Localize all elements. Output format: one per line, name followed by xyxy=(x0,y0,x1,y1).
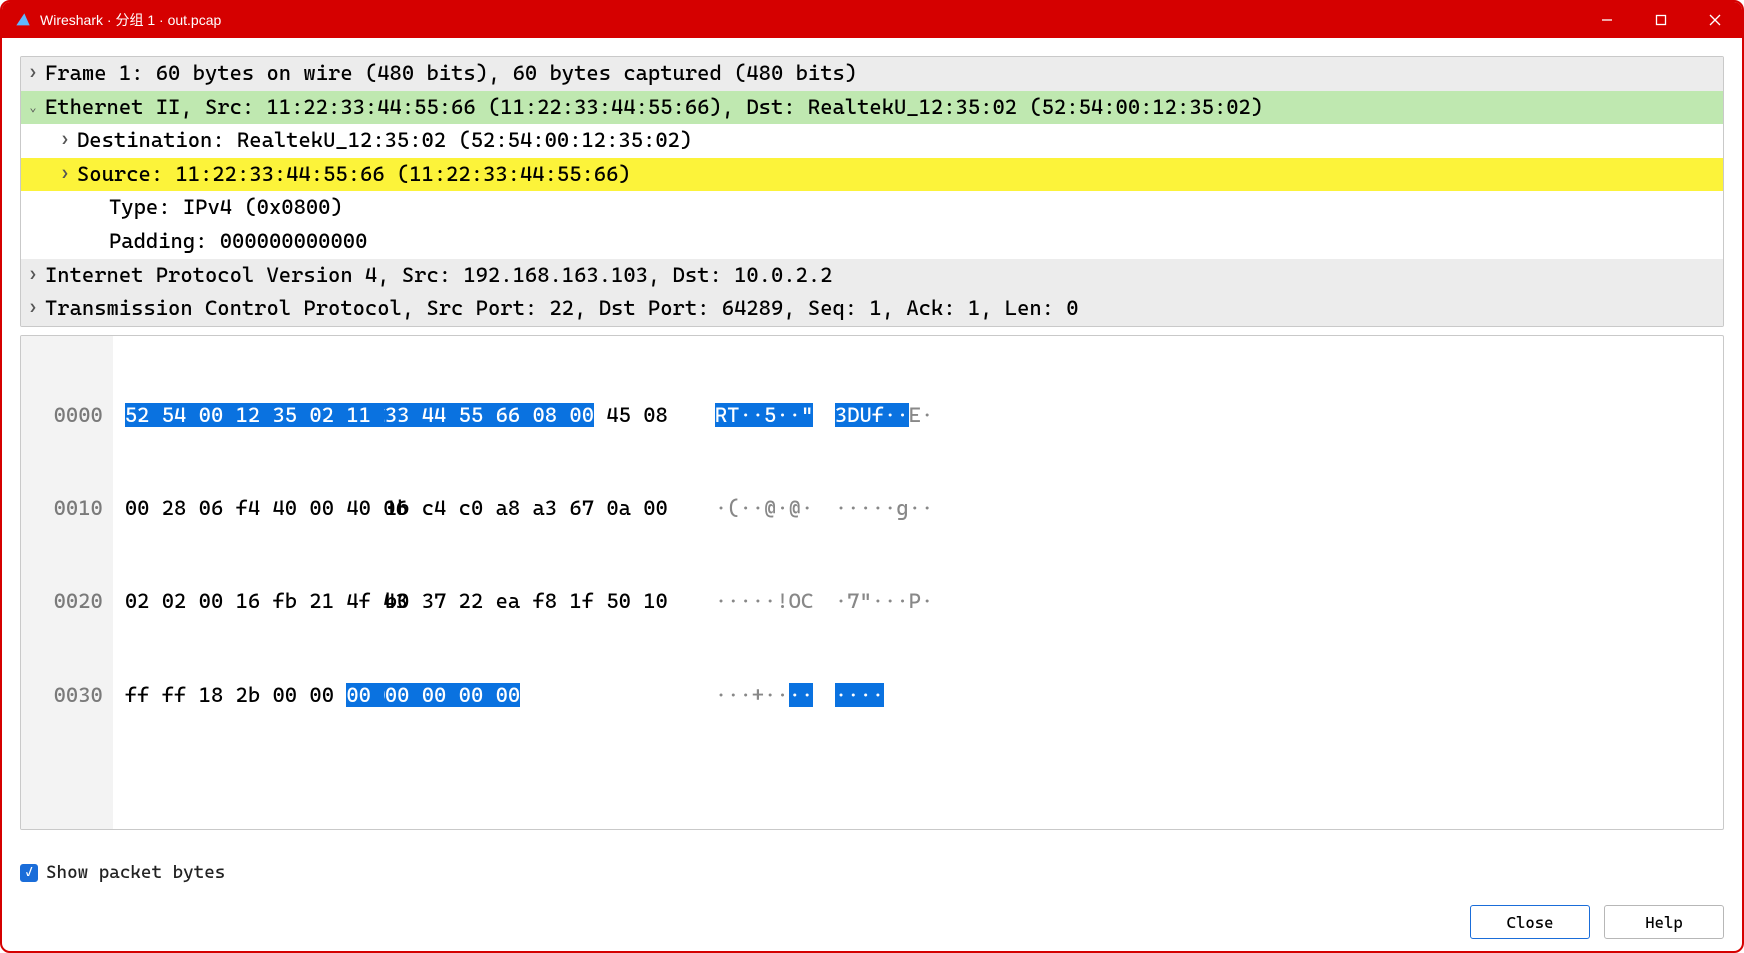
ascii-bytes: ·····g·· xyxy=(835,493,955,524)
tree-row-source[interactable]: ❯ Source: 11:22:33:44:55:66 (11:22:33:44… xyxy=(21,158,1723,192)
tree-label: Destination: RealtekU_12:35:02 (52:54:00… xyxy=(77,124,1715,158)
hex-bytes-selected: 52 54 00 12 35 02 11 22 xyxy=(125,403,408,427)
hex-bytes: b0 37 22 ea f8 1f 50 10 xyxy=(385,586,645,617)
tree-label: Ethernet II, Src: 11:22:33:44:55:66 (11:… xyxy=(45,91,1715,125)
show-packet-bytes-checkbox[interactable]: ✓ Show packet bytes xyxy=(20,862,1724,883)
hex-body[interactable]: 52 54 00 12 35 02 11 22 33 44 55 66 08 0… xyxy=(113,336,955,829)
hex-view[interactable]: 0000 0010 0020 0030 52 54 00 12 35 02 11… xyxy=(20,335,1724,830)
tree-label: Padding: 000000000000 xyxy=(77,225,1715,259)
hex-row[interactable]: 02 02 00 16 fb 21 4f 43 b0 37 22 ea f8 1… xyxy=(125,586,955,617)
ascii-selected: ·· xyxy=(789,683,814,707)
hex-bytes: 1b c4 c0 a8 a3 67 0a 00 xyxy=(385,493,645,524)
packet-details-tree[interactable]: ❯ Frame 1: 60 bytes on wire (480 bits), … xyxy=(20,56,1724,327)
minimize-button[interactable] xyxy=(1580,2,1634,38)
expand-icon[interactable]: ❯ xyxy=(21,299,45,318)
ascii-selected: 3DUf·· xyxy=(835,403,909,427)
tree-row-ethernet[interactable]: ⌄ Ethernet II, Src: 11:22:33:44:55:66 (1… xyxy=(21,91,1723,125)
expand-icon[interactable]: ❯ xyxy=(21,266,45,285)
titlebar[interactable]: Wireshark · 分组 1 · out.pcap xyxy=(2,2,1742,38)
hex-bytes-selected: 00 00 00 00 xyxy=(385,683,520,707)
tree-row-frame[interactable]: ❯ Frame 1: 60 bytes on wire (480 bits), … xyxy=(21,57,1723,91)
tree-label: Frame 1: 60 bytes on wire (480 bits), 60… xyxy=(45,57,1715,91)
hex-row[interactable]: ff ff 18 2b 00 00 00 00 00 00 00 00 ···+… xyxy=(125,680,955,711)
tree-label: Transmission Control Protocol, Src Port:… xyxy=(45,292,1715,326)
tree-row-type[interactable]: Type: IPv4 (0x0800) xyxy=(21,191,1723,225)
maximize-button[interactable] xyxy=(1634,2,1688,38)
ascii-bytes: E· xyxy=(909,403,934,427)
tree-row-tcp[interactable]: ❯ Transmission Control Protocol, Src Por… xyxy=(21,292,1723,326)
ascii-bytes: ·7"···P· xyxy=(835,586,955,617)
tree-row-ip[interactable]: ❯ Internet Protocol Version 4, Src: 192.… xyxy=(21,259,1723,293)
checkbox-icon: ✓ xyxy=(20,864,38,882)
checkbox-label: Show packet bytes xyxy=(46,862,225,883)
expand-icon[interactable]: ❯ xyxy=(21,64,45,83)
hex-offsets: 0000 0010 0020 0030 xyxy=(21,336,113,829)
expand-icon[interactable]: ❯ xyxy=(53,131,77,150)
tree-label: Internet Protocol Version 4, Src: 192.16… xyxy=(45,259,1715,293)
ascii-bytes: ·(··@·@· xyxy=(715,493,835,524)
hex-bytes: ff ff 18 2b 00 00 xyxy=(125,683,346,707)
close-window-button[interactable] xyxy=(1688,2,1742,38)
hex-row[interactable]: 52 54 00 12 35 02 11 22 33 44 55 66 08 0… xyxy=(125,400,955,431)
ascii-selected: ···· xyxy=(835,683,884,707)
hex-bytes: 02 02 00 16 fb 21 4f 43 xyxy=(125,586,385,617)
ascii-selected: RT··5··" xyxy=(715,403,813,427)
expand-icon[interactable]: ❯ xyxy=(53,165,77,184)
tree-row-padding[interactable]: Padding: 000000000000 xyxy=(21,225,1723,259)
tree-label: Source: 11:22:33:44:55:66 (11:22:33:44:5… xyxy=(77,158,1715,192)
app-icon xyxy=(14,11,32,29)
window-title: Wireshark · 分组 1 · out.pcap xyxy=(40,10,1580,30)
hex-row[interactable]: 00 28 06 f4 40 00 40 06 1b c4 c0 a8 a3 6… xyxy=(125,493,955,524)
ascii-bytes: ···+·· xyxy=(715,683,789,707)
close-button[interactable]: Close xyxy=(1470,905,1590,939)
hex-bytes: 00 28 06 f4 40 00 40 06 xyxy=(125,493,385,524)
hex-bytes-selected: 33 44 55 66 08 00 xyxy=(385,403,594,427)
tree-label: Type: IPv4 (0x0800) xyxy=(77,191,1715,225)
ascii-bytes: ·····!OC xyxy=(715,586,835,617)
tree-row-destination[interactable]: ❯ Destination: RealtekU_12:35:02 (52:54:… xyxy=(21,124,1723,158)
help-button[interactable]: Help xyxy=(1604,905,1724,939)
collapse-icon[interactable]: ⌄ xyxy=(21,98,45,117)
